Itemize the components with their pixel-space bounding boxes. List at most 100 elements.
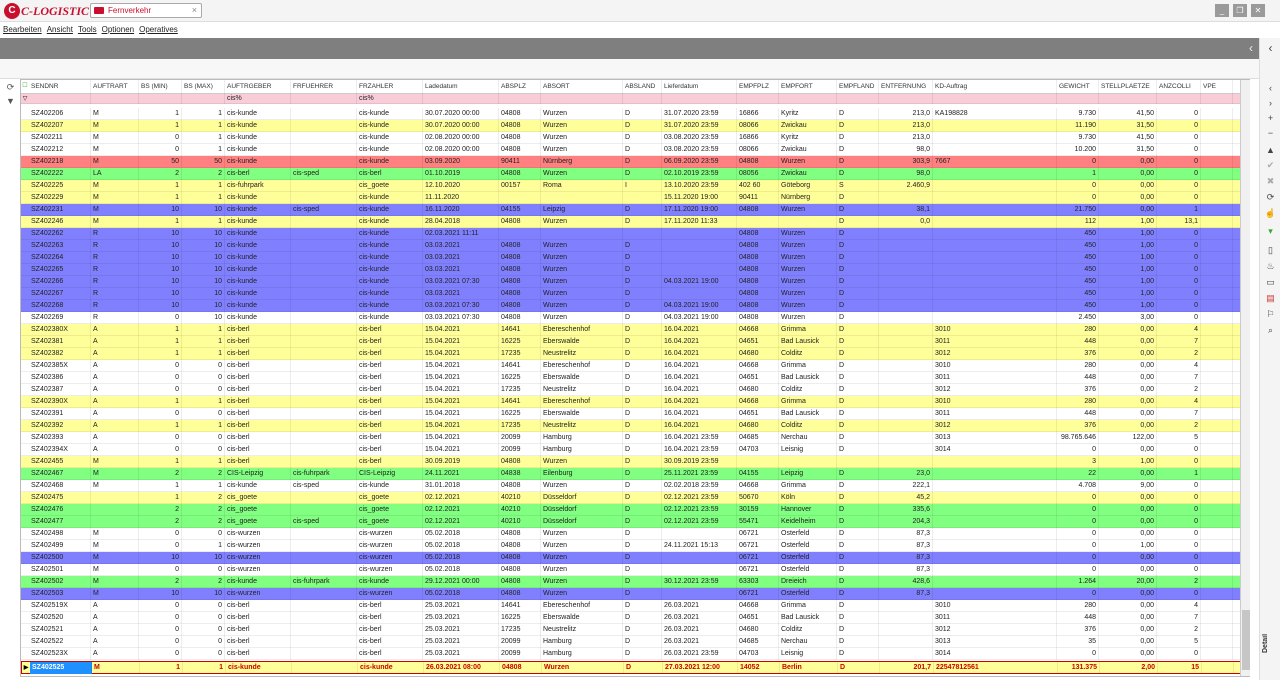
cell-vpe[interactable] [1201,576,1233,588]
cell-empfort[interactable]: Wurzen [779,288,837,300]
cell-vpe[interactable] [1201,180,1233,192]
cell-bsmin[interactable]: 10 [139,552,182,564]
cell-empfort[interactable]: Wurzen [779,204,837,216]
cell-anzcolli[interactable]: 0 [1157,312,1201,324]
cell-bsmin[interactable]: 0 [139,132,182,144]
cell-bsmin[interactable]: 0 [139,444,182,456]
cell-gewicht[interactable]: 22 [1057,468,1099,480]
cell-anzcolli[interactable]: 7 [1157,612,1201,624]
cell-entfernung[interactable] [879,324,933,336]
cell-auftrart[interactable]: M [91,456,139,468]
cell-absland[interactable]: D [624,662,663,674]
filter-entfernung[interactable] [879,94,933,104]
cell-kdauftrag[interactable] [933,252,1057,264]
cell-absort[interactable]: Wurzen [541,240,623,252]
cell-sendnr[interactable]: SZ402455 [29,456,91,468]
cell-frfuehrer[interactable] [291,396,357,408]
table-row[interactable]: SZ402381 A 1 1 cis-berl cis-berl 15.04.2021 162… [21,336,1241,348]
cell-auftrart[interactable]: M [91,480,139,492]
cell-ladedatum[interactable]: 02.08.2020 00:00 [423,132,499,144]
filter-gewicht[interactable] [1057,94,1099,104]
cell-bsmax[interactable]: 0 [182,624,225,636]
column-header-auftraggeber[interactable]: AUFTRGEBER [225,80,291,94]
cell-sendnr[interactable]: SZ402225 [29,180,91,192]
cell-absland[interactable]: D [623,420,662,432]
cell-absland[interactable]: I [623,180,662,192]
cell-kdauftrag[interactable]: 3013 [933,636,1057,648]
cell-bsmax[interactable]: 1 [182,480,225,492]
cell-gewicht[interactable]: 450 [1057,300,1099,312]
cell-empfort[interactable]: Wurzen [779,228,837,240]
cell-empfplz[interactable]: 06721 [737,552,779,564]
cell-anzcolli[interactable]: 0 [1157,168,1201,180]
cell-gewicht[interactable]: 0 [1057,180,1099,192]
cell-anzcolli[interactable]: 0 [1157,504,1201,516]
cell-frzahler[interactable]: cis_goete [357,492,423,504]
table-row[interactable]: SZ402263 R 10 10 cis-kunde cis-kunde 03.03.202… [21,240,1241,252]
cell-bsmax[interactable]: 1 [182,180,225,192]
cell-lieferdatum[interactable]: 16.04.2021 [662,396,737,408]
menu-ansicht[interactable]: Ansicht [47,23,73,37]
cell-absort[interactable]: Neustrelitz [541,624,623,636]
cell-stellplaetze[interactable]: 0,00 [1099,360,1157,372]
cell-empfplz[interactable]: 04808 [737,264,779,276]
cell-stellplaetze[interactable]: 1,00 [1099,228,1157,240]
cell-sendnr[interactable]: SZ402503 [29,588,91,600]
vertical-scrollbar[interactable] [1240,80,1250,676]
cell-empfplz[interactable]: 04808 [737,300,779,312]
cell-kdauftrag[interactable]: 3010 [933,360,1057,372]
table-row[interactable]: SZ402477 2 2 cis_goete cis-sped cis_goete 02.1… [21,516,1241,528]
cell-frzahler[interactable]: cis-wurzen [357,528,423,540]
cell-bsmax[interactable]: 2 [182,492,225,504]
cell-empfort[interactable]: Nerchau [779,636,837,648]
cell-auftraggeber[interactable]: cis-wurzen [225,564,291,576]
cell-entfernung[interactable] [879,384,933,396]
filter-empfland[interactable] [837,94,879,104]
cell-frzahler[interactable]: cis_goete [357,504,423,516]
cell-lieferdatum[interactable]: 25.11.2021 23:59 [662,468,737,480]
restore-button[interactable]: ❐ [1233,4,1247,17]
cell-kdauftrag[interactable]: 3011 [933,408,1057,420]
phone-icon[interactable]: ▯ [1260,244,1280,256]
cell-auftrart[interactable]: R [91,288,139,300]
table-row[interactable]: SZ402501 M 0 0 cis-wurzen cis-wurzen 05.02.201… [21,564,1241,576]
cell-auftraggeber[interactable]: cis-berl [225,600,291,612]
cell-vpe[interactable] [1201,612,1233,624]
cell-kdauftrag[interactable] [933,276,1057,288]
cell-entfernung[interactable]: 98,0 [879,144,933,156]
cell-auftraggeber[interactable]: cis_goete [225,492,291,504]
cell-absplz[interactable]: 17235 [499,624,541,636]
cell-stellplaetze[interactable]: 0,00 [1099,612,1157,624]
cell-frfuehrer[interactable] [291,408,357,420]
table-row[interactable]: SZ402262 R 10 10 cis-kunde cis-kunde 02.03.202… [21,228,1241,240]
cell-empfort[interactable]: Osterfeld [779,540,837,552]
cell-frzahler[interactable]: cis-kunde [357,264,423,276]
cell-vpe[interactable] [1201,480,1233,492]
cell-bsmax[interactable]: 0 [182,408,225,420]
cell-gewicht[interactable]: 2.450 [1057,312,1099,324]
cell-anzcolli[interactable]: 0 [1157,288,1201,300]
cell-frzahler[interactable]: cis-kunde [357,156,423,168]
cell-stellplaetze[interactable]: 0,00 [1099,636,1157,648]
cell-auftrart[interactable]: M [91,204,139,216]
cell-empfplz[interactable]: 04651 [737,408,779,420]
cell-kdauftrag[interactable] [933,468,1057,480]
cell-absort[interactable]: Düsseldorf [541,516,623,528]
cell-kdauftrag[interactable]: 3014 [933,648,1057,660]
cell-stellplaetze[interactable]: 1,00 [1099,216,1157,228]
cell-absland[interactable]: D [623,384,662,396]
cell-gewicht[interactable]: 0 [1057,528,1099,540]
cell-absplz[interactable]: 14641 [499,360,541,372]
cell-bsmax[interactable]: 0 [182,564,225,576]
cell-frzahler[interactable]: cis-berl [357,432,423,444]
filter-frfuehrer[interactable] [291,94,357,104]
cell-vpe[interactable] [1201,540,1233,552]
cell-lieferdatum[interactable] [662,240,737,252]
cell-sendnr[interactable]: SZ402263 [29,240,91,252]
column-header-vpe[interactable]: VPE [1201,80,1233,94]
cell-absland[interactable]: D [623,372,662,384]
cell-sendnr[interactable]: SZ402523X [29,648,91,660]
filter-auftraggeber[interactable]: cis% [225,94,291,104]
cell-frfuehrer[interactable] [291,612,357,624]
table-row[interactable]: SZ402267 R 10 10 cis-kunde cis-kunde 03.03.202… [21,288,1241,300]
